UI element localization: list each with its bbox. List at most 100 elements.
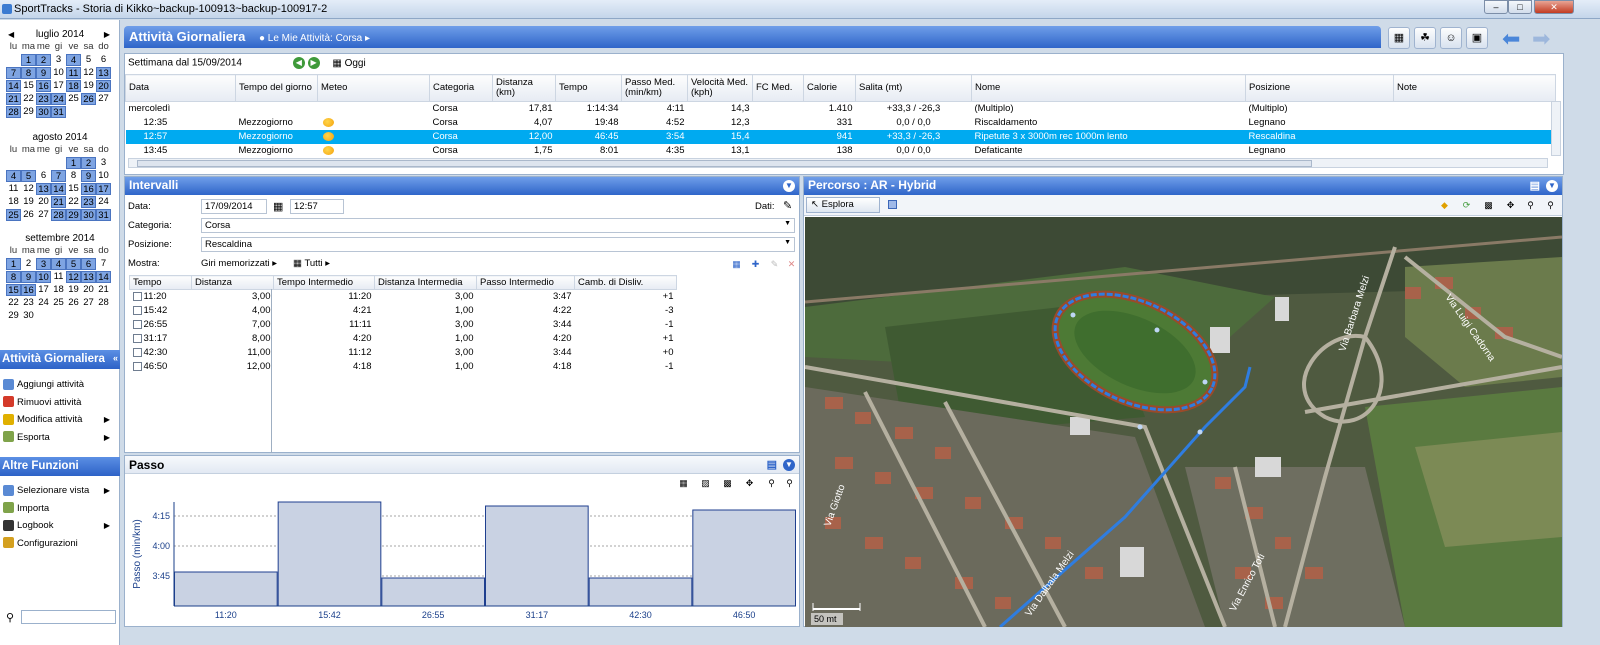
calendar-day[interactable]: 15 <box>66 183 81 195</box>
calendar-day[interactable]: 5 <box>81 54 96 66</box>
explore-tool-button[interactable]: ↖ Esplora <box>806 197 880 213</box>
forward-arrow-icon[interactable]: ➡ <box>1532 26 1550 52</box>
athlete-view-button[interactable]: ☺ <box>1440 27 1462 49</box>
vertical-scrollbar[interactable] <box>1551 101 1561 156</box>
column-header[interactable]: FC Med. <box>752 74 804 102</box>
pace-bar[interactable] <box>277 501 382 607</box>
calendar-day[interactable]: 29 <box>6 310 21 322</box>
calendar-day[interactable]: 17 <box>96 183 111 195</box>
calendar-day[interactable]: 13 <box>96 67 111 79</box>
calendar-day[interactable]: 17 <box>51 80 66 92</box>
pace-bar[interactable] <box>485 505 589 607</box>
prev-month-icon[interactable]: ◀ <box>8 28 14 41</box>
pencil-icon[interactable]: ✎ <box>783 199 792 212</box>
equipment-view-button[interactable]: ▣ <box>1466 27 1488 49</box>
calendar-day[interactable]: 5 <box>66 258 81 270</box>
calendar-day[interactable]: 31 <box>96 209 111 221</box>
select-tool-icon[interactable] <box>888 200 897 209</box>
show-laps-dropdown[interactable]: Giri memorizzati ▸ <box>201 256 277 272</box>
calendar-day[interactable]: 15 <box>21 80 36 92</box>
column-header[interactable]: Tempo <box>129 275 192 290</box>
calculator-icon[interactable]: ▦ <box>730 258 743 271</box>
calendar-day[interactable]: 3 <box>36 258 51 270</box>
layout-icon[interactable]: ▤ <box>1530 179 1540 192</box>
column-header[interactable]: Categoria <box>429 74 493 102</box>
menu-item-modifica-attivit-[interactable]: Modifica attività ▶ <box>3 413 117 427</box>
calendar-day[interactable]: 24 <box>51 93 66 105</box>
table-row[interactable]: 15:42 4,00 4:21 1,00 4:22 -3 <box>130 304 677 318</box>
column-header[interactable]: Meteo <box>317 74 430 102</box>
add-lap-icon[interactable]: ✚ <box>749 258 762 271</box>
row-checkbox[interactable] <box>132 305 142 315</box>
grid-icon[interactable]: ▦ <box>677 477 690 490</box>
refresh-icon[interactable]: ⟳ <box>1460 199 1473 212</box>
calendar-day[interactable]: 9 <box>36 67 51 79</box>
pace-bar[interactable] <box>692 509 796 607</box>
chevron-down-icon[interactable]: ▼ <box>1546 180 1558 192</box>
calendar-day[interactable]: 9 <box>21 271 36 283</box>
calendar-day[interactable]: 29 <box>66 209 81 221</box>
calendar-day[interactable]: 10 <box>51 67 66 79</box>
fit-icon[interactable]: ✥ <box>743 477 756 490</box>
calendar-day[interactable]: 28 <box>51 209 66 221</box>
calendar-day[interactable]: 25 <box>66 93 81 105</box>
calendar-day[interactable]: 25 <box>51 297 66 309</box>
column-header[interactable]: Calorie <box>803 74 856 102</box>
column-header[interactable]: Distanza (km) <box>492 74 556 102</box>
calendar-day[interactable]: 23 <box>81 196 96 208</box>
calendar-day[interactable]: 15 <box>6 284 21 296</box>
column-header[interactable]: Tempo Intermedio <box>273 275 375 290</box>
calendar-day[interactable]: 26 <box>66 297 81 309</box>
table-row[interactable]: 46:50 12,00 4:18 1,00 4:18 -1 <box>130 360 677 374</box>
table-row[interactable]: 13:45 Mezzogiorno Corsa 1,75 8:01 4:35 13,1 138… <box>126 144 1556 158</box>
table-row[interactable]: 42:30 11,00 11:12 3,00 3:44 +0 <box>130 346 677 360</box>
row-checkbox[interactable] <box>132 292 142 302</box>
calendar-view-button[interactable]: ▦ <box>1388 27 1410 49</box>
calendar-day[interactable]: 14 <box>6 80 21 92</box>
pace-bar[interactable] <box>588 577 693 607</box>
menu-item-configurazioni[interactable]: Configurazioni <box>3 537 117 551</box>
calendar-day[interactable]: 5 <box>21 170 36 182</box>
calendar-day[interactable]: 1 <box>6 258 21 270</box>
row-checkbox[interactable] <box>132 347 142 357</box>
calendar-day[interactable]: 11 <box>6 183 21 195</box>
close-button[interactable]: ✕ <box>1534 0 1574 14</box>
calendar-day[interactable]: 20 <box>81 284 96 296</box>
chevron-down-icon[interactable]: ▼ <box>783 180 795 192</box>
calendar-day[interactable]: 12 <box>66 271 81 283</box>
column-header[interactable]: Camb. di Disliv. <box>574 275 677 290</box>
column-header[interactable]: Tempo <box>555 74 622 102</box>
calendar-day[interactable]: 2 <box>36 54 51 66</box>
other-functions-header[interactable]: Altre Funzioni <box>0 457 120 476</box>
calendar-day[interactable]: 11 <box>51 271 66 283</box>
calendar-day[interactable]: 3 <box>51 54 66 66</box>
column-header[interactable]: Distanza Intermedia <box>374 275 477 290</box>
calendar-day[interactable]: 18 <box>51 284 66 296</box>
activity-view-button[interactable]: ☘ <box>1414 27 1436 49</box>
calendar-day[interactable]: 21 <box>96 284 111 296</box>
row-checkbox[interactable] <box>132 333 142 343</box>
menu-item-aggiungi-attivit-[interactable]: Aggiungi attività <box>3 378 117 392</box>
calendar-day[interactable]: 23 <box>21 297 36 309</box>
table-row[interactable]: 11:20 3,00 11:20 3,00 3:47 +1 <box>130 290 677 304</box>
column-header[interactable]: Posizione <box>1245 74 1394 102</box>
position-select[interactable]: Rescaldina ▼ <box>201 237 795 252</box>
calendar-day[interactable]: 19 <box>81 80 96 92</box>
calendar-day[interactable]: 24 <box>96 196 111 208</box>
calendar-day[interactable]: 28 <box>96 297 111 309</box>
calendar-day[interactable]: 8 <box>21 67 36 79</box>
column-header[interactable]: Nome <box>971 74 1246 102</box>
calendar-day[interactable]: 23 <box>36 93 51 105</box>
chart-type-icon[interactable]: ▨ <box>699 477 712 490</box>
calendar-day[interactable]: 27 <box>96 93 111 105</box>
calendar-day[interactable]: 30 <box>81 209 96 221</box>
calendar-day[interactable]: 18 <box>6 196 21 208</box>
calendar-day[interactable]: 26 <box>81 93 96 105</box>
menu-item-esporta[interactable]: Esporta ▶ <box>3 431 117 445</box>
calendar-day[interactable]: 24 <box>36 297 51 309</box>
calendar-day[interactable]: 6 <box>81 258 96 270</box>
layout-icon[interactable]: ▤ <box>767 458 777 471</box>
today-button[interactable]: ▦ Oggi <box>332 58 365 69</box>
delete-lap-icon[interactable]: ✕ <box>785 258 798 271</box>
next-month-icon[interactable]: ▶ <box>104 28 110 41</box>
